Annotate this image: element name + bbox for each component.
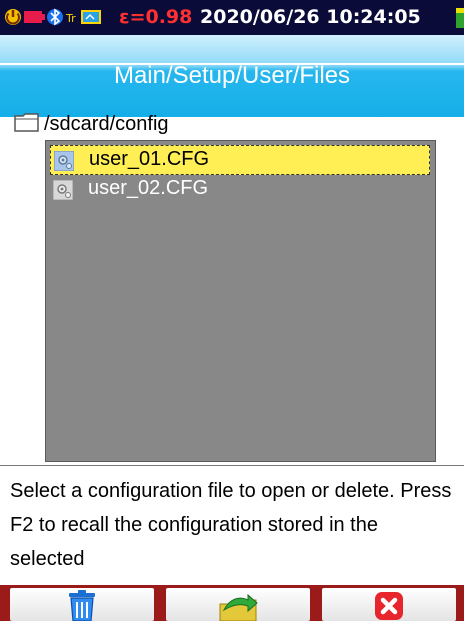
file-item-user-01[interactable]: user_01.CFG	[50, 145, 430, 175]
status-bar: Tr ε=0.98 2020/06/26 10:24:05	[0, 0, 464, 35]
bluetooth-icon	[47, 8, 63, 26]
help-text: Select a configuration file to open or d…	[10, 480, 452, 570]
f2-recall-button[interactable]	[166, 588, 310, 621]
folder-icon	[14, 113, 39, 132]
file-item-user-02[interactable]: user_02.CFG	[50, 175, 430, 205]
trash-icon	[69, 590, 95, 621]
page-title: Main/Setup/User/Files	[113, 62, 351, 89]
f3-close-button[interactable]	[322, 588, 456, 621]
file-list[interactable]: user_01.CFG user_02.CFG	[45, 140, 436, 462]
level-icon	[456, 8, 464, 28]
file-name: user_02.CFG	[88, 177, 209, 199]
power-icon	[5, 9, 21, 25]
svg-text:Tr: Tr	[65, 12, 76, 25]
sd-card-icon	[81, 10, 101, 24]
tf-card-icon: Tr	[65, 12, 76, 25]
battery-icon	[24, 11, 45, 23]
config-file-icon	[54, 151, 74, 171]
recall-arrow-icon	[219, 593, 258, 621]
close-icon	[375, 592, 403, 620]
function-key-bar	[0, 585, 464, 621]
file-name: user_01.CFG	[89, 148, 210, 170]
status-icons: Tr	[5, 8, 101, 26]
help-panel: Select a configuration file to open or d…	[0, 465, 464, 585]
date-time: 2020/06/26 10:24:05	[200, 6, 421, 28]
config-file-icon	[53, 180, 73, 200]
path-text: /sdcard/config	[44, 113, 169, 135]
f1-delete-button[interactable]	[10, 588, 154, 621]
emissivity-value: ε=0.98	[119, 6, 193, 28]
